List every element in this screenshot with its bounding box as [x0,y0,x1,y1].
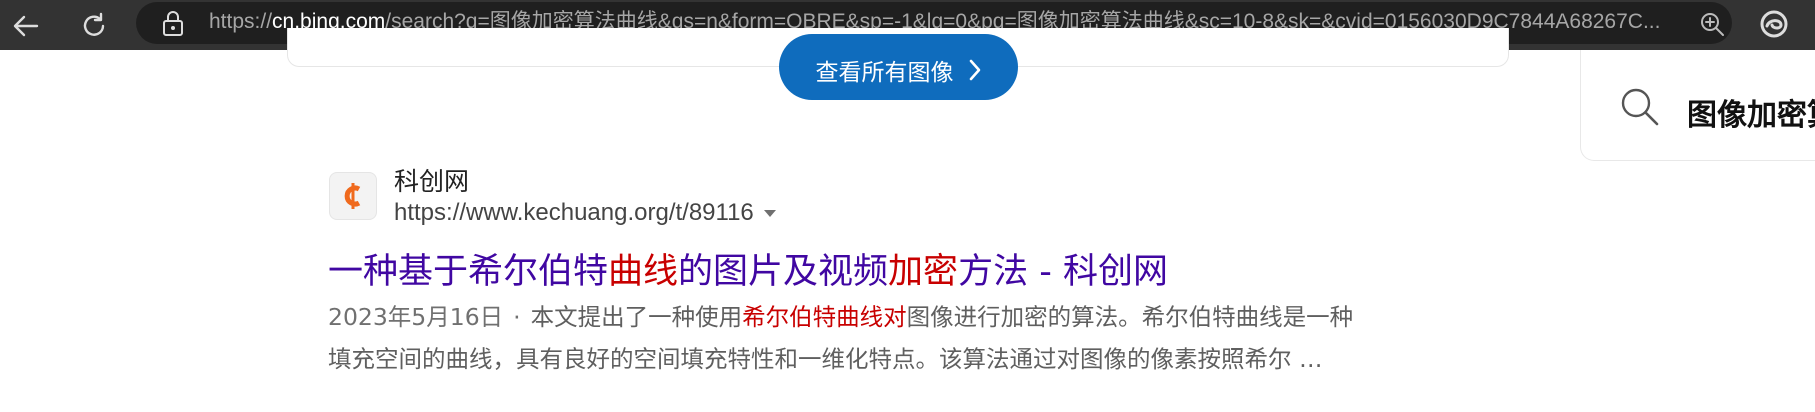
back-button[interactable] [8,8,44,44]
title-part: 一种基于希尔伯特 [328,252,609,292]
title-highlight: 加密 [888,252,959,292]
title-part: 的图片及视频 [678,252,889,292]
search-icon [1619,86,1661,132]
site-favicon[interactable] [329,172,377,220]
related-searches-panel: 图像加密算 [1580,50,1815,161]
snippet-highlight: 希尔伯特曲线对 [742,303,907,331]
separator-dot: · [513,303,521,331]
refresh-icon [83,12,105,36]
see-all-images-label: 查看所有图像 [815,60,954,86]
snippet-line: 填充空间的曲线，具有良好的空间填充特性和一维化特点。该算法通过对图像的像素按照希… [328,345,1323,373]
zoom-icon[interactable] [1699,11,1725,41]
site-name[interactable]: 科创网 [394,162,469,198]
result-date: 2023年5月16日 [328,303,504,331]
url-scheme: https:// [209,10,273,33]
title-highlight: 曲线 [608,252,679,292]
caret-down-icon[interactable] [763,210,776,218]
kechuang-logo-icon [344,183,361,209]
site-url[interactable]: https://www.kechuang.org/t/89116 [394,199,776,227]
snippet-text: 图像进行加密的算法。希尔伯特曲线是一种 [906,303,1354,331]
see-all-images-button[interactable]: 查看所有图像 [779,34,1018,100]
edge-logo-icon[interactable] [1759,9,1789,43]
snippet-line: 2023年5月16日 · 本文提出了一种使用希尔伯特曲线对图像进行加密的算法。希尔伯… [328,296,1498,338]
result-title-link[interactable]: 一种基于希尔伯特曲线的图片及视频加密方法 - 科创网 [328,243,1168,294]
chevron-right-icon [969,59,980,81]
snippet-text: 本文提出了一种使用 [530,303,743,331]
back-icon [13,15,39,37]
title-part: 方法 - 科创网 [958,252,1168,292]
refresh-button[interactable] [76,8,112,44]
related-search-link[interactable]: 图像加密算 [1687,90,1815,134]
lock-icon[interactable] [161,10,185,42]
result-snippet: 2023年5月16日 · 本文提出了一种使用希尔伯特曲线对图像进行加密的算法。希尔伯… [328,296,1498,380]
